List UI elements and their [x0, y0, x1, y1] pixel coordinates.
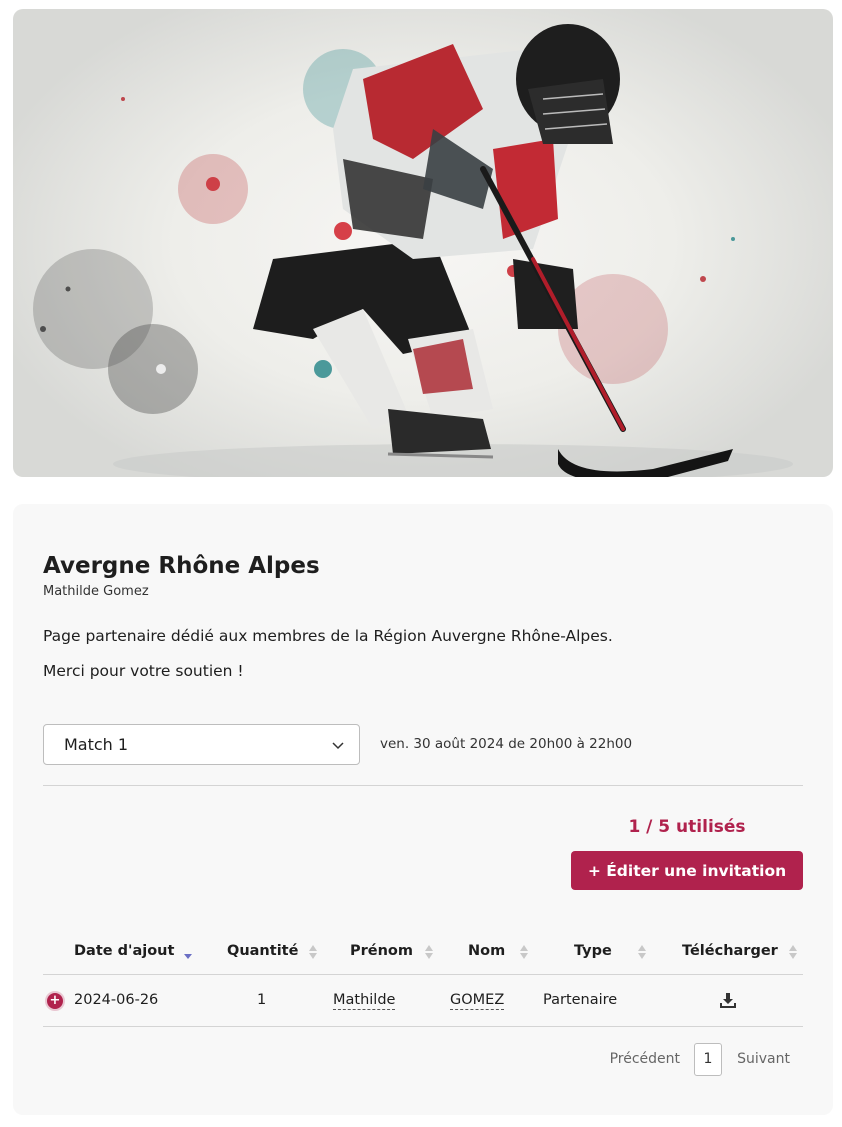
column-last-name[interactable]: Nom: [468, 943, 505, 959]
column-download[interactable]: Télécharger: [682, 943, 778, 959]
hockey-player-illustration: [33, 24, 793, 477]
partner-description: Page partenaire dédié aux membres de la …: [43, 627, 613, 645]
sort-desc-icon[interactable]: [184, 945, 192, 959]
row-first-name[interactable]: Mathilde: [333, 992, 396, 1010]
pagination: Précédent 1 Suivant: [43, 1041, 803, 1076]
sort-icon[interactable]: [520, 945, 528, 959]
edit-invitation-button[interactable]: + Éditer une invitation: [571, 851, 803, 890]
row-quantity: 1: [257, 992, 267, 1008]
column-date[interactable]: Date d'ajout: [74, 943, 174, 959]
sort-icon[interactable]: [425, 945, 433, 959]
sort-icon[interactable]: [638, 945, 646, 959]
sort-icon[interactable]: [789, 945, 797, 959]
invitations-table: Date d'ajout Quantité Prénom Nom Type Té…: [43, 934, 803, 1027]
row-date: 2024-06-26: [74, 992, 159, 1008]
row-type: Partenaire: [543, 992, 618, 1008]
partner-contact: Mathilde Gomez: [43, 584, 149, 599]
next-page-button[interactable]: Suivant: [737, 1051, 790, 1067]
row-last-name[interactable]: GOMEZ: [450, 992, 505, 1010]
chevron-down-icon: [332, 742, 344, 750]
table-header: Date d'ajout Quantité Prénom Nom Type Té…: [43, 934, 803, 975]
table-row: + 2024-06-26 1 Mathilde GOMEZ Partenaire: [43, 975, 803, 1027]
column-first-name[interactable]: Prénom: [350, 943, 413, 959]
column-quantity[interactable]: Quantité: [227, 943, 298, 959]
current-page[interactable]: 1: [694, 1043, 722, 1076]
partner-card: Avergne Rhône Alpes Mathilde Gomez Page …: [13, 504, 833, 1115]
column-type[interactable]: Type: [574, 943, 612, 959]
partner-thanks: Merci pour votre soutien !: [43, 662, 244, 680]
download-icon[interactable]: [720, 992, 736, 1008]
previous-page-button[interactable]: Précédent: [610, 1051, 680, 1067]
expand-plus-icon[interactable]: +: [45, 991, 65, 1011]
invitation-usage: 1 / 5 utilisés: [628, 817, 746, 837]
sort-icon[interactable]: [309, 945, 317, 959]
hero-image: [13, 9, 833, 477]
event-select-value: Match 1: [64, 735, 129, 754]
event-select[interactable]: Match 1: [43, 724, 360, 765]
event-date: ven. 30 août 2024 de 20h00 à 22h00: [380, 736, 633, 752]
partner-name: Avergne Rhône Alpes: [43, 553, 320, 579]
divider: [43, 785, 803, 786]
